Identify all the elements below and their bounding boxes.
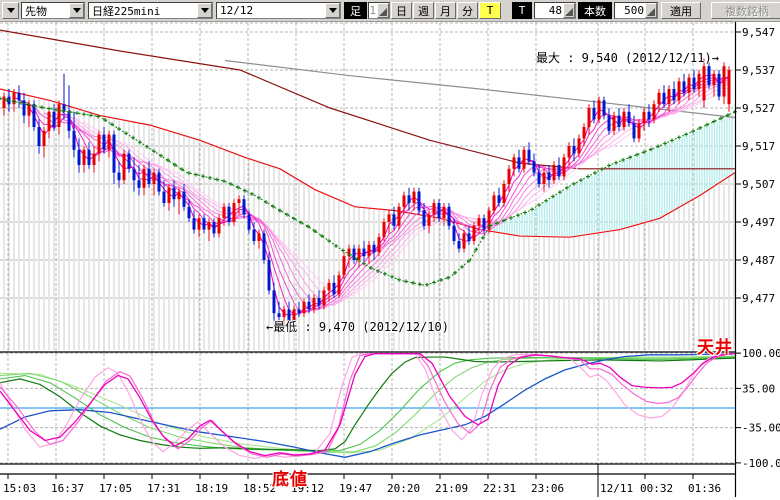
axis-label: 15:03 — [3, 482, 36, 495]
category-combo[interactable]: 先物 — [21, 2, 85, 19]
axis-label: 9,517 — [742, 140, 775, 153]
axis-label: 17:31 — [147, 482, 180, 495]
tick-size-value: 48 — [535, 4, 563, 17]
axis-label: 18:19 — [195, 482, 228, 495]
axis-label: 22:31 — [483, 482, 516, 495]
period-day-button[interactable]: 日 — [391, 2, 412, 19]
axis-label: 12/11 — [600, 482, 633, 495]
axis-label: 01:36 — [688, 482, 721, 495]
period-minute-button[interactable]: 分 — [457, 2, 478, 19]
axis-label: 16:37 — [51, 482, 84, 495]
oscillator-panel[interactable] — [0, 352, 735, 464]
tick-size-label: T — [512, 2, 532, 19]
axis-label: -35.00 — [742, 422, 780, 435]
axis-label: 17:05 — [99, 482, 132, 495]
spin-button[interactable] — [563, 3, 575, 18]
axis-label: 35.00 — [742, 382, 775, 395]
bar-type-label: 足 — [344, 2, 367, 19]
spin-button[interactable] — [377, 3, 389, 18]
category-value: 先物 — [22, 3, 69, 19]
symbol-combo[interactable]: 日経225mini — [88, 2, 213, 19]
chevron-down-icon[interactable] — [325, 3, 340, 18]
max-price-annotation: 最大 : 9,540 (2012/12/11)→ — [536, 49, 719, 66]
axis-label: 19:47 — [339, 482, 372, 495]
period-week-button[interactable]: 週 — [413, 2, 434, 19]
min-price-annotation: ←最低 : 9,470 (2012/12/10) — [266, 318, 449, 335]
toolbar: 先物 日経225mini 12/12 足 1 日 週 月 分 T T 48 本数… — [0, 0, 780, 22]
bar-count-label: 本数 — [578, 2, 612, 19]
tick-size-stepper[interactable]: 48 — [534, 2, 576, 19]
date-value: 12/12 — [217, 4, 325, 17]
window-dropdown-button[interactable] — [2, 2, 19, 19]
spin-button[interactable] — [645, 3, 657, 18]
bar-interval-stepper[interactable]: 1 — [368, 2, 390, 19]
apply-button[interactable]: 適用 — [661, 2, 701, 19]
axis-label: 21:09 — [435, 482, 468, 495]
axis-label: 9,537 — [742, 64, 775, 77]
axis-label: 9,547 — [742, 26, 775, 39]
symbol-value: 日経225mini — [89, 3, 197, 19]
chart-application-window: 先物 日経225mini 12/12 足 1 日 週 月 分 T T 48 本数… — [0, 0, 780, 500]
bar-interval-value: 1 — [369, 4, 377, 17]
period-month-button[interactable]: 月 — [435, 2, 456, 19]
period-tick-button[interactable]: T — [479, 2, 501, 19]
chevron-down-icon[interactable] — [197, 3, 212, 18]
axis-label: 9,487 — [742, 254, 775, 267]
main-chart-panel[interactable] — [0, 22, 735, 352]
axis-label: 00:32 — [640, 482, 673, 495]
ceiling-annotation: 天井 — [697, 333, 733, 358]
bottom-annotation: 底値 — [272, 465, 308, 490]
bar-count-value: 500 — [615, 4, 645, 17]
axis-label: 9,527 — [742, 102, 775, 115]
axis-label: 23:06 — [531, 482, 564, 495]
axis-label: -100.00 — [742, 457, 780, 470]
chevron-down-icon[interactable] — [69, 3, 84, 18]
axis-label: 9,477 — [742, 292, 775, 305]
chevron-down-icon — [7, 8, 15, 13]
multi-symbol-button[interactable]: 複数銘柄 — [711, 2, 780, 19]
axis-label: 9,497 — [742, 216, 775, 229]
axis-label: 9,507 — [742, 178, 775, 191]
bar-count-stepper[interactable]: 500 — [614, 2, 658, 19]
axis-label: 20:20 — [387, 482, 420, 495]
axis-label: 100.00 — [742, 347, 780, 360]
date-combo[interactable]: 12/12 — [216, 2, 341, 19]
